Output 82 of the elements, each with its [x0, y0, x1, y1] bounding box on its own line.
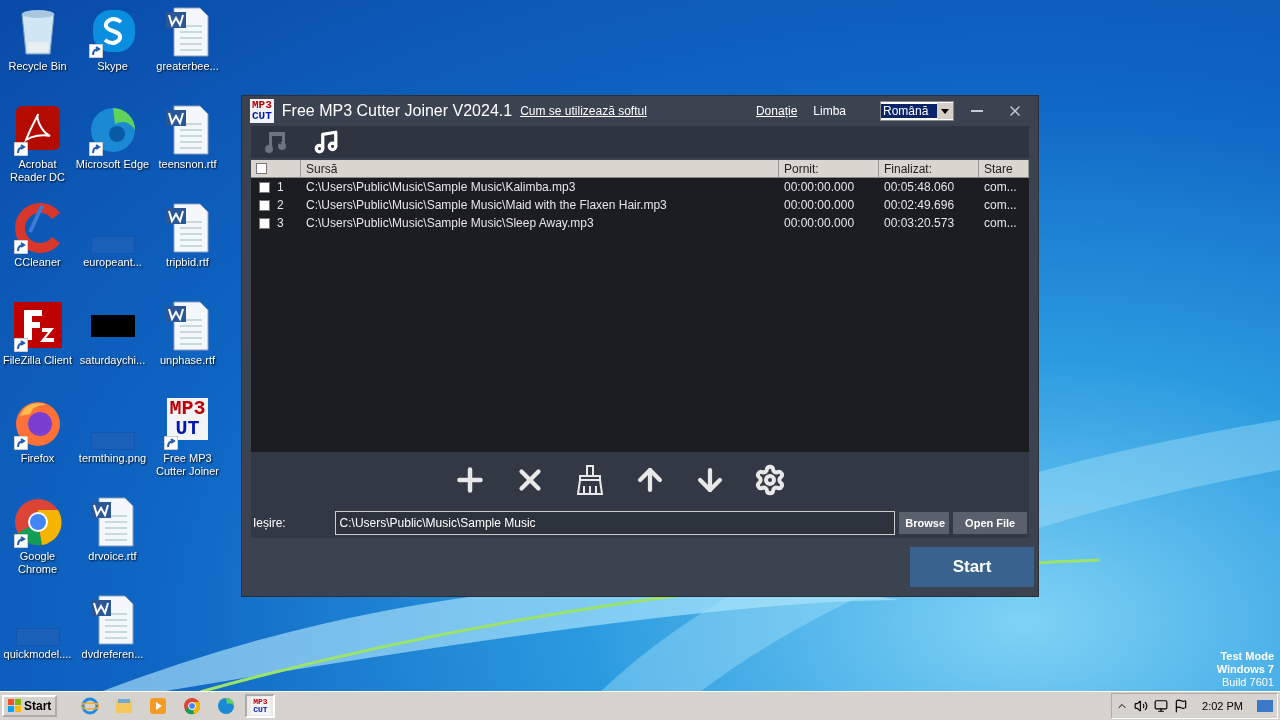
table-cell-text: C:\Users\Public\Music\Sample Music\Kalimba.mp3 — [305, 180, 577, 194]
table-cell-text: 00:03:20.573 — [883, 216, 956, 230]
browse-button[interactable]: Browse — [899, 512, 950, 534]
internet-explorer-icon — [81, 697, 100, 715]
window-title: Free MP3 Cutter Joiner V2024.1 — [281, 102, 513, 120]
desktop-icon-label[interactable]: quickmodel.... — [3, 648, 72, 661]
desktop-icon-label[interactable]: Firefox — [20, 452, 55, 465]
os-mode-text: Build 7601 — [1222, 676, 1274, 689]
language-select[interactable]: Română — [880, 101, 954, 121]
broom-icon — [574, 464, 606, 496]
row-number: 2 — [277, 198, 284, 212]
blank-thumbnail-icon — [90, 236, 135, 254]
blank-thumbnail-icon — [15, 628, 60, 646]
cut-mode-tab[interactable] — [263, 129, 289, 155]
taskbar-app-button[interactable]: MP3 CUT — [245, 694, 276, 718]
output-path-field[interactable]: C:\Users\Public\Music\Sample Music — [334, 511, 896, 535]
table-cell-text: C:\Users\Public\Music\Sample Music\Sleep Away.mp3 — [305, 216, 595, 230]
table-cell-text: 00:00:00.000 — [783, 198, 856, 212]
column-header[interactable]: Finalizat: — [879, 160, 979, 178]
desktop-icon-label[interactable]: saturdaychi... — [79, 354, 146, 367]
desktop-icon-label[interactable]: termthing.png — [78, 452, 147, 465]
desktop-icon-label[interactable]: Free MP3 Cutter Joiner — [150, 452, 225, 478]
chrome-icon — [183, 697, 202, 715]
mp3-cut-logo: MP3 CUT — [251, 697, 270, 715]
language-label: Limba — [813, 104, 846, 118]
flag-icon[interactable] — [1174, 699, 1189, 713]
desktop-icon-label[interactable]: Microsoft Edge — [75, 158, 150, 171]
desktop-icon-label[interactable]: tripbid.rtf — [166, 256, 209, 269]
os-mode-text: Windows 7 — [1216, 663, 1274, 676]
minimize-icon — [971, 110, 983, 112]
output-label: Ieșire: — [253, 516, 287, 530]
column-header[interactable]: Sursă — [301, 160, 779, 178]
media-player-icon — [149, 697, 168, 715]
folder-icon — [115, 697, 134, 715]
desktop-icon-label[interactable]: Google Chrome — [0, 550, 75, 576]
desktop-icon-label[interactable]: teensnon.rtf — [158, 158, 217, 171]
table-cell-text: com... — [983, 180, 1018, 194]
edge-icon — [217, 697, 236, 715]
join-mode-tab[interactable] — [313, 129, 339, 155]
desktop-icon-label[interactable]: unphase.rtf — [159, 354, 215, 367]
row-number: 1 — [277, 180, 284, 194]
table-cell-text: com... — [983, 198, 1018, 212]
row-checkbox[interactable] — [259, 217, 270, 229]
music-note-icon — [263, 129, 289, 155]
clock[interactable]: 2:02 PM — [1202, 700, 1243, 712]
start-menu-button[interactable]: Start — [2, 695, 58, 717]
mp3-cut-logo: MP3 UT — [167, 398, 208, 440]
desktop-icon-label[interactable]: greaterbee... — [156, 60, 219, 73]
caret-icon — [941, 108, 949, 114]
table-cell-text: 00:02:49.696 — [883, 198, 956, 212]
network-icon[interactable] — [1154, 699, 1169, 713]
help-link[interactable]: Cum se utilizează softul — [520, 104, 647, 118]
speaker-icon[interactable] — [1134, 699, 1149, 713]
open-file-button[interactable]: Open File — [953, 512, 1027, 534]
table-cell-text: C:\Users\Public\Music\Sample Music\Maid with the Flaxen Hair.mp3 — [305, 198, 668, 212]
row-checkbox[interactable] — [259, 181, 270, 193]
desktop-icon-label[interactable]: Recycle Bin — [8, 60, 67, 73]
column-header[interactable]: Pornit: — [779, 160, 879, 178]
row-number: 3 — [277, 216, 284, 230]
windows-logo-icon — [8, 699, 22, 713]
mp3-cut-logo: MP3 CUT — [250, 99, 274, 123]
table-cell-text: 00:05:48.060 — [883, 180, 956, 194]
row-checkbox[interactable] — [259, 199, 270, 211]
desktop-icon-label[interactable]: drvoice.rtf — [88, 550, 137, 563]
donate-link[interactable]: Donație — [755, 104, 798, 118]
music-note-icon — [313, 129, 339, 155]
desktop-icon-label[interactable]: Acrobat Reader DC — [0, 158, 75, 184]
select-all-checkbox[interactable] — [256, 163, 267, 174]
image-thumbnail-icon — [90, 315, 135, 337]
os-mode-text: Test Mode — [1220, 650, 1274, 663]
table-cell-text: 00:00:00.000 — [783, 216, 856, 230]
table-cell-text: com... — [983, 216, 1018, 230]
gear-icon — [754, 464, 786, 496]
table-cell-text: 00:00:00.000 — [783, 180, 856, 194]
desktop-icon-label[interactable]: dvdreferen... — [81, 648, 144, 661]
start-button[interactable]: Start — [910, 547, 1034, 587]
blank-thumbnail-icon — [90, 432, 135, 450]
desktop-icon-label[interactable]: Skype — [97, 60, 128, 73]
column-header[interactable]: Stare — [979, 160, 1029, 178]
desktop-icon-label[interactable]: FileZilla Client — [2, 354, 73, 367]
desktop-icon-label[interactable]: CCleaner — [14, 256, 61, 269]
desktop-icon-label[interactable]: europeant... — [83, 256, 142, 269]
